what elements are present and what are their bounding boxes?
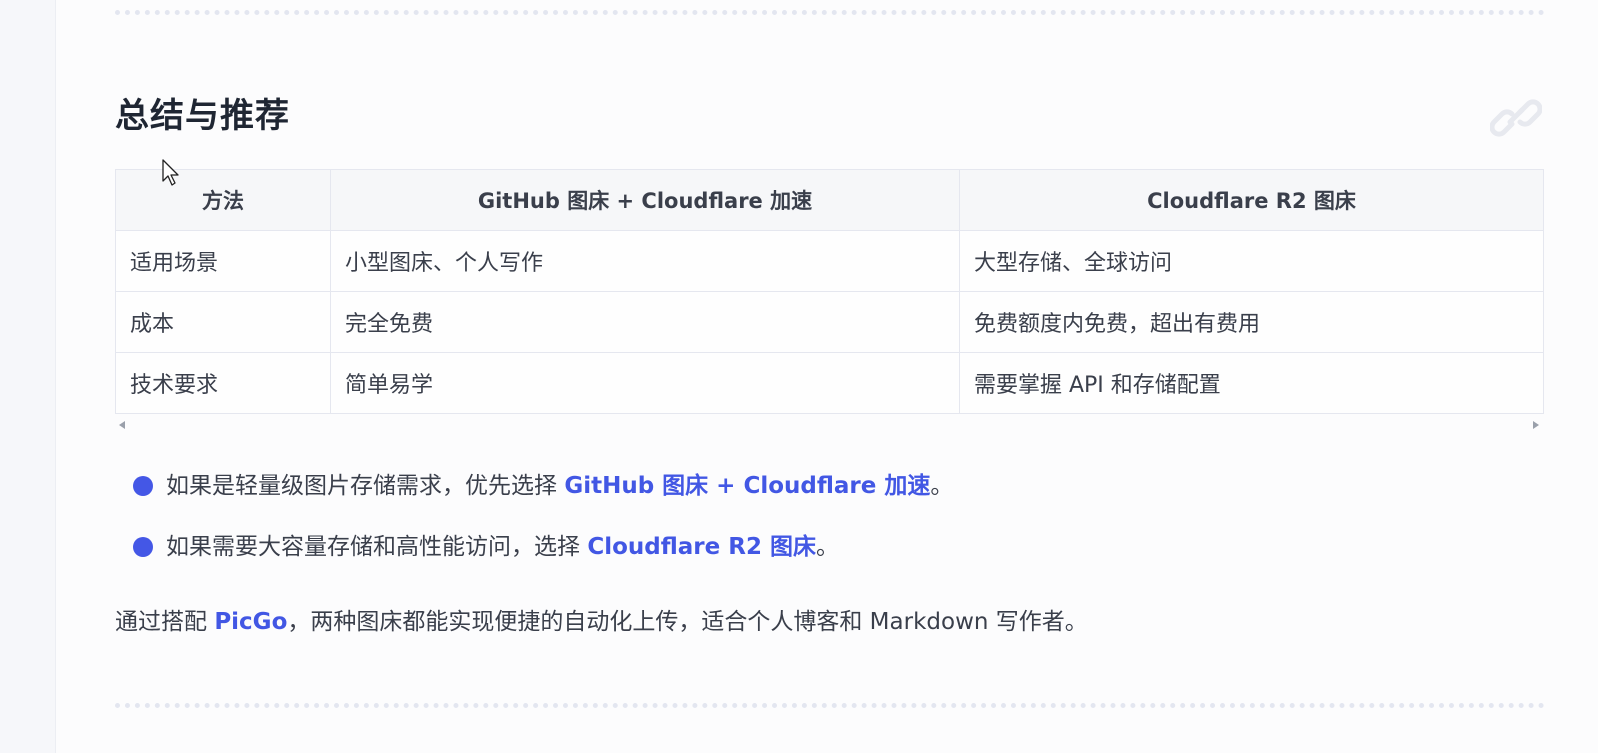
- summary-paragraph: 通过搭配 PicGo，两种图床都能实现便捷的自动化上传，适合个人博客和 Mark…: [115, 604, 1088, 640]
- section-divider-bottom: [115, 703, 1545, 708]
- table-cell: 完全免费: [330, 291, 960, 353]
- comparison-table: 方法 GitHub 图床 + Cloudflare 加速 Cloudflare …: [115, 169, 1544, 414]
- table-cell: 技术要求: [115, 352, 331, 414]
- table-cell: 成本: [115, 291, 331, 353]
- summary-prefix: 通过搭配: [115, 609, 215, 635]
- summary-suffix: ，两种图床都能实现便捷的自动化上传，适合个人博客和 Markdown 写作者。: [287, 609, 1088, 635]
- bullet-dot-icon: [133, 476, 153, 496]
- table-cell: 大型存储、全球访问: [959, 230, 1544, 292]
- table-horizontal-scrollbar[interactable]: [115, 418, 1543, 432]
- table-row: 适用场景 小型图床、个人写作 大型存储、全球访问: [115, 230, 1544, 292]
- table-row: 技术要求 简单易学 需要掌握 API 和存储配置: [115, 352, 1544, 414]
- list-item: 如果是轻量级图片存储需求，优先选择 GitHub 图床 + Cloudflare…: [133, 468, 953, 504]
- link-icon[interactable]: [1490, 96, 1542, 140]
- list-item-suffix: 。: [930, 473, 954, 499]
- table-cell: 免费额度内免费，超出有费用: [959, 291, 1544, 353]
- table-cell: 简单易学: [330, 352, 960, 414]
- cloudflare-r2-link[interactable]: Cloudflare R2 图床: [587, 534, 816, 560]
- section-heading: 总结与推荐: [115, 96, 290, 136]
- recommendation-list: 如果是轻量级图片存储需求，优先选择 GitHub 图床 + Cloudflare…: [133, 468, 953, 590]
- cursor-arrow-icon: [162, 159, 179, 186]
- column-header-method: 方法: [115, 169, 331, 231]
- table-cell: 适用场景: [115, 230, 331, 292]
- scroll-left-arrow-icon[interactable]: [119, 421, 125, 429]
- section-divider-top: [115, 10, 1545, 15]
- github-cloudflare-link[interactable]: GitHub 图床 + Cloudflare 加速: [564, 473, 930, 499]
- table-row: 成本 完全免费 免费额度内免费，超出有费用: [115, 291, 1544, 353]
- table-cell: 小型图床、个人写作: [330, 230, 960, 292]
- scroll-right-arrow-icon[interactable]: [1533, 421, 1539, 429]
- column-header-r2: Cloudflare R2 图床: [959, 169, 1544, 231]
- bullet-dot-icon: [133, 537, 153, 557]
- list-item-text: 如果需要大容量存储和高性能访问，选择: [166, 534, 588, 560]
- column-header-github: GitHub 图床 + Cloudflare 加速: [330, 169, 960, 231]
- comparison-table-container: 方法 GitHub 图床 + Cloudflare 加速 Cloudflare …: [115, 169, 1544, 414]
- picgo-link[interactable]: PicGo: [214, 609, 287, 635]
- list-item: 如果需要大容量存储和高性能访问，选择 Cloudflare R2 图床。: [133, 529, 953, 565]
- table-cell: 需要掌握 API 和存储配置: [959, 352, 1544, 414]
- left-sidebar-rail: [0, 0, 56, 753]
- table-header-row: 方法 GitHub 图床 + Cloudflare 加速 Cloudflare …: [115, 169, 1544, 231]
- list-item-suffix: 。: [815, 534, 839, 560]
- list-item-text: 如果是轻量级图片存储需求，优先选择: [166, 473, 565, 499]
